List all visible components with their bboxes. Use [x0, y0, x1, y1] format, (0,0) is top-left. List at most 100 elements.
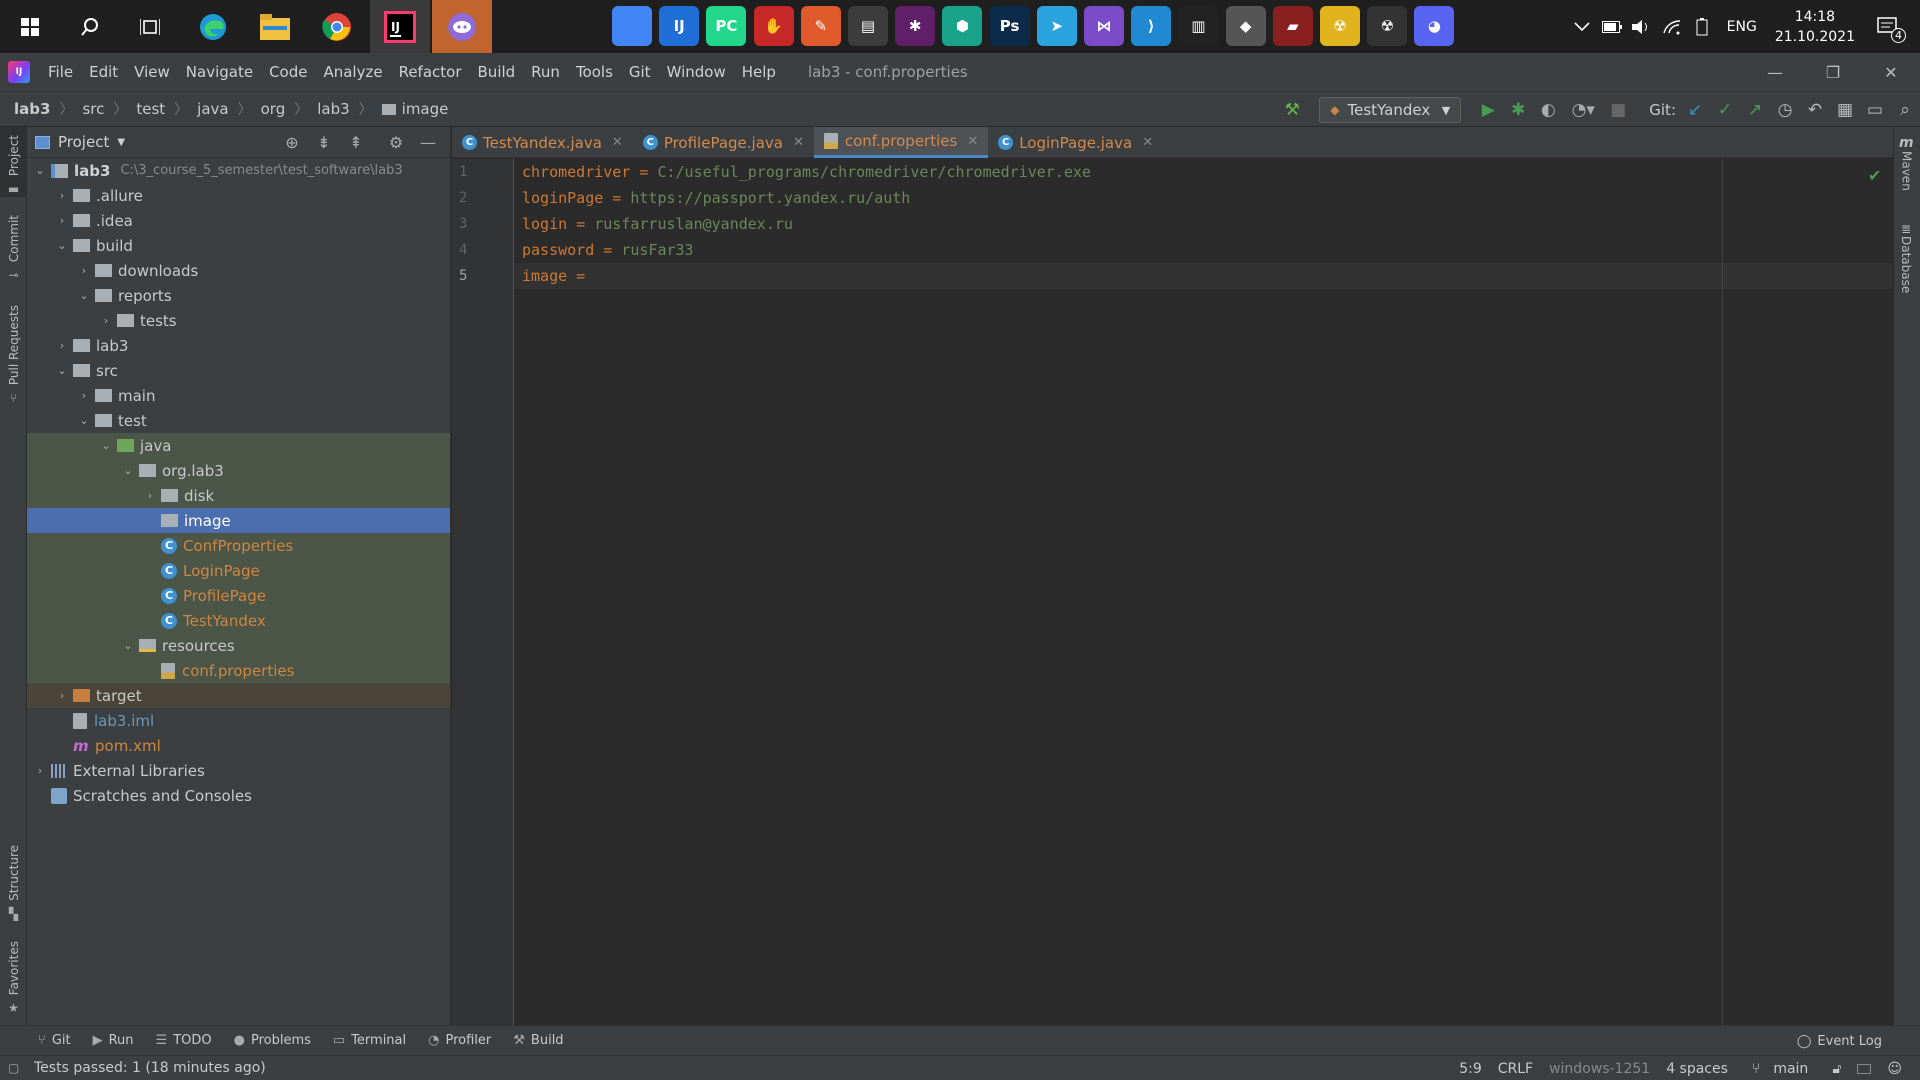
code-editor[interactable]: chromedriver = C:/useful_programs/chrome…: [515, 159, 1893, 1025]
tab-commit[interactable]: Commit ⊸: [0, 207, 27, 283]
stats-app-icon[interactable]: ▥: [1178, 6, 1219, 46]
tree-node-external-libraries[interactable]: › External Libraries: [27, 758, 450, 783]
event-log-button[interactable]: ◯ Event Log: [1797, 1026, 1882, 1056]
language-indicator[interactable]: ENG: [1727, 19, 1757, 35]
editor-tab[interactable]: C LoginPage.java ✕: [988, 127, 1163, 158]
discord-icon[interactable]: ◕: [1414, 6, 1455, 46]
radiation-icon[interactable]: ☢: [1320, 6, 1360, 46]
tree-node-allure[interactable]: › .allure: [27, 183, 450, 208]
clock[interactable]: 14:18 21.10.2021: [1775, 7, 1855, 47]
pycharm-icon[interactable]: PC: [706, 6, 747, 46]
menu-code[interactable]: Code: [261, 63, 315, 81]
chrome-icon[interactable]: [307, 0, 367, 53]
git-branch[interactable]: ⑂ main: [1744, 1061, 1816, 1077]
expand-all-icon[interactable]: ⇟: [308, 133, 340, 152]
tree-node-profilepage[interactable]: C ProfilePage: [27, 583, 450, 608]
tab-favorites[interactable]: Favorites ★: [0, 933, 27, 1023]
tree-node-src[interactable]: ⌄ src: [27, 358, 450, 383]
chevron-right-icon[interactable]: ›: [139, 489, 161, 502]
chrome-pinned-icon[interactable]: [612, 6, 652, 46]
tree-node-lab3[interactable]: › lab3: [27, 333, 450, 358]
chevron-down-icon[interactable]: ⌄: [117, 464, 139, 477]
tree-node-disk[interactable]: › disk: [27, 483, 450, 508]
git-commit-icon[interactable]: ✓: [1710, 95, 1740, 125]
radiation-dark-icon[interactable]: ☢: [1367, 6, 1408, 46]
tree-node-resources[interactable]: ⌄ resources: [27, 633, 450, 658]
run-config-dropdown[interactable]: ◆ TestYandex ▼: [1319, 97, 1462, 123]
chevron-down-icon[interactable]: ⌄: [51, 239, 73, 252]
intellij-icon[interactable]: IJ: [370, 0, 430, 53]
history-icon[interactable]: ◷: [1770, 95, 1800, 125]
code-line[interactable]: loginPage = https://passport.yandex.ru/a…: [515, 185, 1893, 211]
restore-icon[interactable]: ❐: [1804, 53, 1862, 91]
menu-file[interactable]: File: [40, 63, 81, 81]
tree-node-conf-properties[interactable]: conf.properties: [27, 658, 450, 683]
tree-node-root[interactable]: ⌄ lab3 C:\3_course_5_semester\test_softw…: [27, 158, 450, 183]
menu-window[interactable]: Window: [659, 63, 734, 81]
wifi-icon[interactable]: [1660, 15, 1684, 39]
breadcrumb-item[interactable]: org: [261, 100, 286, 118]
close-tab-icon[interactable]: ✕: [1142, 135, 1153, 150]
status-toggle-icon[interactable]: ▢: [8, 1061, 19, 1075]
tree-node-build[interactable]: ⌄ build: [27, 233, 450, 258]
close-icon[interactable]: ✕: [1862, 53, 1920, 91]
inkscape-icon[interactable]: ◆: [1225, 6, 1266, 46]
line-separator[interactable]: CRLF: [1498, 1061, 1533, 1077]
chevron-right-icon[interactable]: ›: [73, 389, 95, 402]
tree-node-main[interactable]: › main: [27, 383, 450, 408]
menu-edit[interactable]: Edit: [81, 63, 126, 81]
gear-icon[interactable]: ⚙: [380, 133, 412, 152]
intellij-pinned-icon[interactable]: IJ: [659, 6, 700, 46]
editor-tab[interactable]: C TestYandex.java ✕: [452, 127, 633, 158]
search-everywhere-icon[interactable]: ⌕: [1890, 95, 1920, 125]
volume-icon[interactable]: [1630, 15, 1654, 39]
edge-icon[interactable]: [183, 0, 243, 53]
chevron-down-icon[interactable]: ⌄: [73, 289, 95, 302]
lock-icon[interactable]: 🔓︎: [1832, 1061, 1841, 1077]
close-tab-icon[interactable]: ✕: [793, 135, 804, 150]
visual-studio-icon[interactable]: ⋈: [1084, 6, 1124, 46]
breadcrumb-item[interactable]: java: [197, 100, 228, 118]
tab-maven[interactable]: m Maven: [1899, 135, 1914, 191]
indent-setting[interactable]: 4 spaces: [1666, 1061, 1728, 1077]
breadcrumb-item[interactable]: lab3: [14, 100, 50, 118]
tree-node-org-lab3[interactable]: ⌄ org.lab3: [27, 458, 450, 483]
bottom-tab-profiler[interactable]: ◔ Profiler: [428, 1033, 491, 1048]
tree-node-image[interactable]: image: [27, 508, 450, 533]
file-encoding[interactable]: windows-1251: [1549, 1061, 1650, 1077]
menu-view[interactable]: View: [126, 63, 178, 81]
bottom-tab-build[interactable]: ⚒ Build: [513, 1033, 563, 1048]
tree-node-tests[interactable]: › tests: [27, 308, 450, 333]
tab-pull-requests[interactable]: Pull Requests ⑂: [0, 297, 27, 417]
chevron-down-icon[interactable]: ⌄: [51, 364, 73, 377]
chevron-down-icon[interactable]: ⌄: [95, 439, 117, 452]
breadcrumb-item[interactable]: lab3: [317, 100, 349, 118]
tree-node-java[interactable]: ⌄ java: [27, 433, 450, 458]
menu-analyze[interactable]: Analyze: [315, 63, 390, 81]
chevron-down-icon[interactable]: ⌄: [117, 639, 139, 652]
tree-node-testyandex[interactable]: C TestYandex: [27, 608, 450, 633]
build-hammer-icon[interactable]: ⚒: [1277, 95, 1307, 125]
tree-node-test[interactable]: ⌄ test: [27, 408, 450, 433]
vscode-icon[interactable]: ⟩: [1131, 6, 1172, 46]
debug-icon[interactable]: ✱: [1503, 95, 1533, 125]
tree-node-target[interactable]: › target: [27, 683, 450, 708]
close-tab-icon[interactable]: ✕: [967, 134, 978, 149]
presentation-icon[interactable]: ▭: [1860, 95, 1890, 125]
tab-project[interactable]: Project ▬: [0, 127, 27, 197]
bottom-tab-terminal[interactable]: ▭ Terminal: [333, 1033, 406, 1048]
git-update-icon[interactable]: ↙: [1680, 95, 1710, 125]
minimize-icon[interactable]: —: [1746, 53, 1804, 91]
telegram-icon[interactable]: ➤: [1036, 6, 1077, 46]
photoshop-icon[interactable]: Ps: [989, 6, 1030, 46]
chevron-down-icon[interactable]: ⌄: [29, 164, 51, 177]
tree-node-confproperties[interactable]: C ConfProperties: [27, 533, 450, 558]
chevron-up-icon[interactable]: [1570, 15, 1594, 39]
start-icon[interactable]: [0, 0, 60, 53]
editor-tab[interactable]: C ProfilePage.java ✕: [633, 127, 814, 158]
memory-indicator-icon[interactable]: [1857, 1063, 1872, 1074]
editor-tab[interactable]: conf.properties ✕: [813, 127, 989, 158]
collapse-all-icon[interactable]: ⇞: [340, 133, 372, 152]
notification-icon[interactable]: 4: [1876, 15, 1906, 43]
chevron-right-icon[interactable]: ›: [51, 689, 73, 702]
